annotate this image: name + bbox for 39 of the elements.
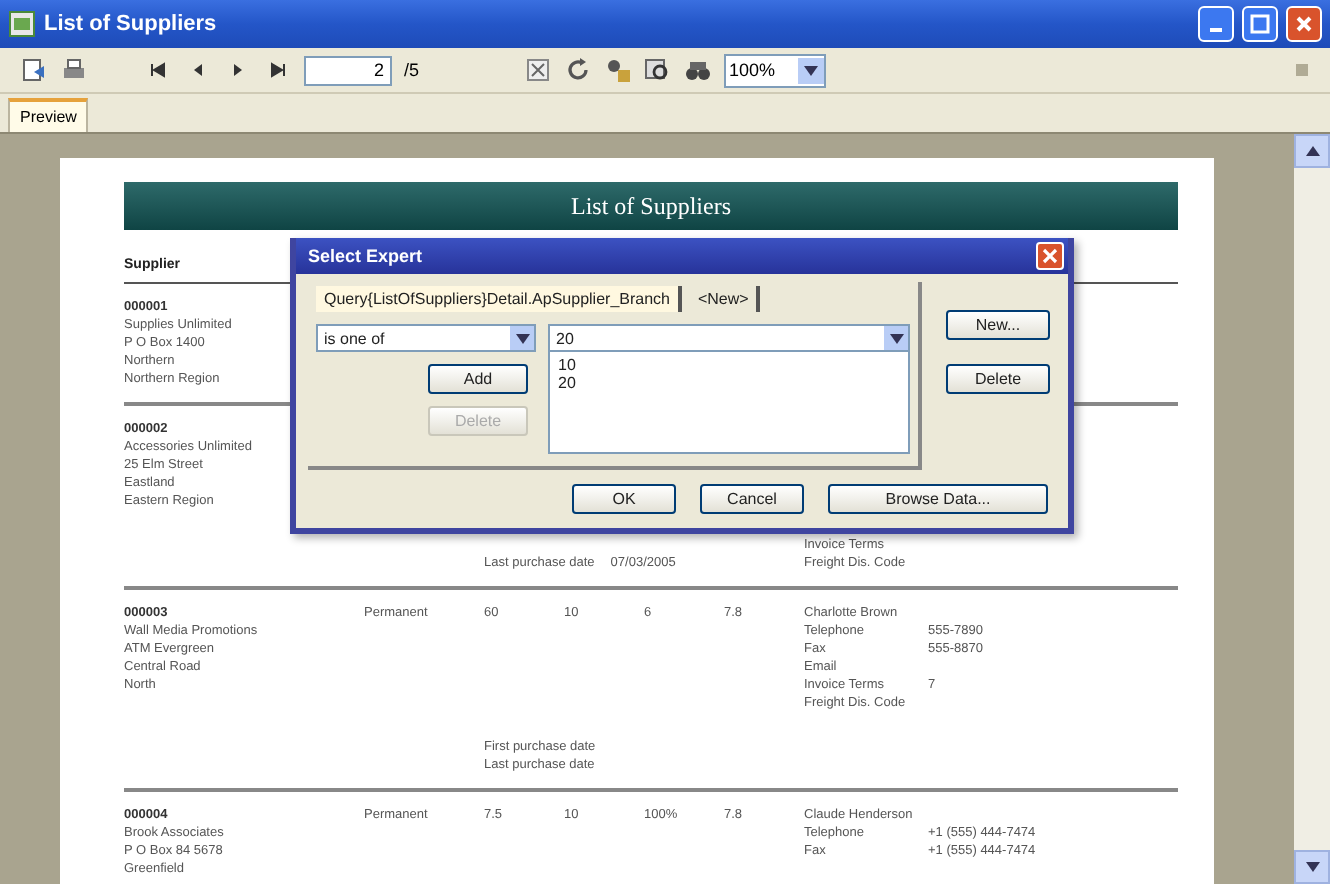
list-item[interactable]: 10 bbox=[558, 356, 900, 374]
page-number-field[interactable]: 2 bbox=[304, 55, 392, 85]
caret-icon bbox=[889, 333, 903, 343]
maximize-icon bbox=[1250, 14, 1270, 34]
close-button[interactable] bbox=[1036, 242, 1064, 270]
scroll-up-icon[interactable] bbox=[1305, 146, 1319, 156]
vertical-scrollbar[interactable] bbox=[1294, 134, 1330, 884]
new-button[interactable]: New... bbox=[946, 310, 1050, 340]
grip-icon bbox=[1294, 62, 1310, 78]
add-button[interactable]: Add bbox=[428, 364, 528, 394]
export-icon[interactable] bbox=[20, 56, 48, 84]
list-item[interactable]: 20 bbox=[558, 374, 900, 392]
binoculars-icon[interactable] bbox=[683, 56, 712, 84]
page-total: /5 bbox=[404, 60, 420, 80]
delete-button[interactable]: Delete bbox=[946, 364, 1050, 394]
filter-tab[interactable]: <New> bbox=[689, 286, 761, 312]
value-dropdown[interactable]: 20 bbox=[548, 324, 910, 352]
close-button[interactable] bbox=[1286, 6, 1322, 42]
close-icon bbox=[1294, 14, 1314, 34]
ok-button[interactable]: OK bbox=[572, 484, 676, 514]
caret-icon bbox=[515, 333, 529, 343]
printer-icon[interactable] bbox=[60, 56, 88, 84]
filter-tab[interactable]: Query{ListOfSuppliers}Detail.ApSupplier_Branch bbox=[316, 286, 682, 312]
close-view-icon[interactable] bbox=[523, 56, 552, 84]
app-icon bbox=[8, 10, 36, 38]
refresh-icon[interactable] bbox=[563, 56, 592, 84]
report-title: List of Suppliers bbox=[124, 182, 1178, 230]
browse-data-button[interactable]: Browse Data... bbox=[828, 484, 1048, 514]
maximize-button[interactable] bbox=[1242, 6, 1278, 42]
scroll-down-icon[interactable] bbox=[1305, 862, 1319, 872]
preview-tab[interactable]: Preview bbox=[8, 98, 89, 132]
operator-dropdown[interactable]: is one of bbox=[316, 324, 536, 352]
close-icon bbox=[1042, 248, 1058, 264]
minimize-button[interactable] bbox=[1198, 6, 1234, 42]
caret-icon bbox=[803, 65, 818, 75]
zoom-dropdown[interactable]: 100% bbox=[723, 53, 826, 87]
cancel-button[interactable]: Cancel bbox=[700, 484, 804, 514]
window-title: List of Suppliers bbox=[44, 12, 219, 36]
search-icon[interactable] bbox=[643, 56, 672, 84]
